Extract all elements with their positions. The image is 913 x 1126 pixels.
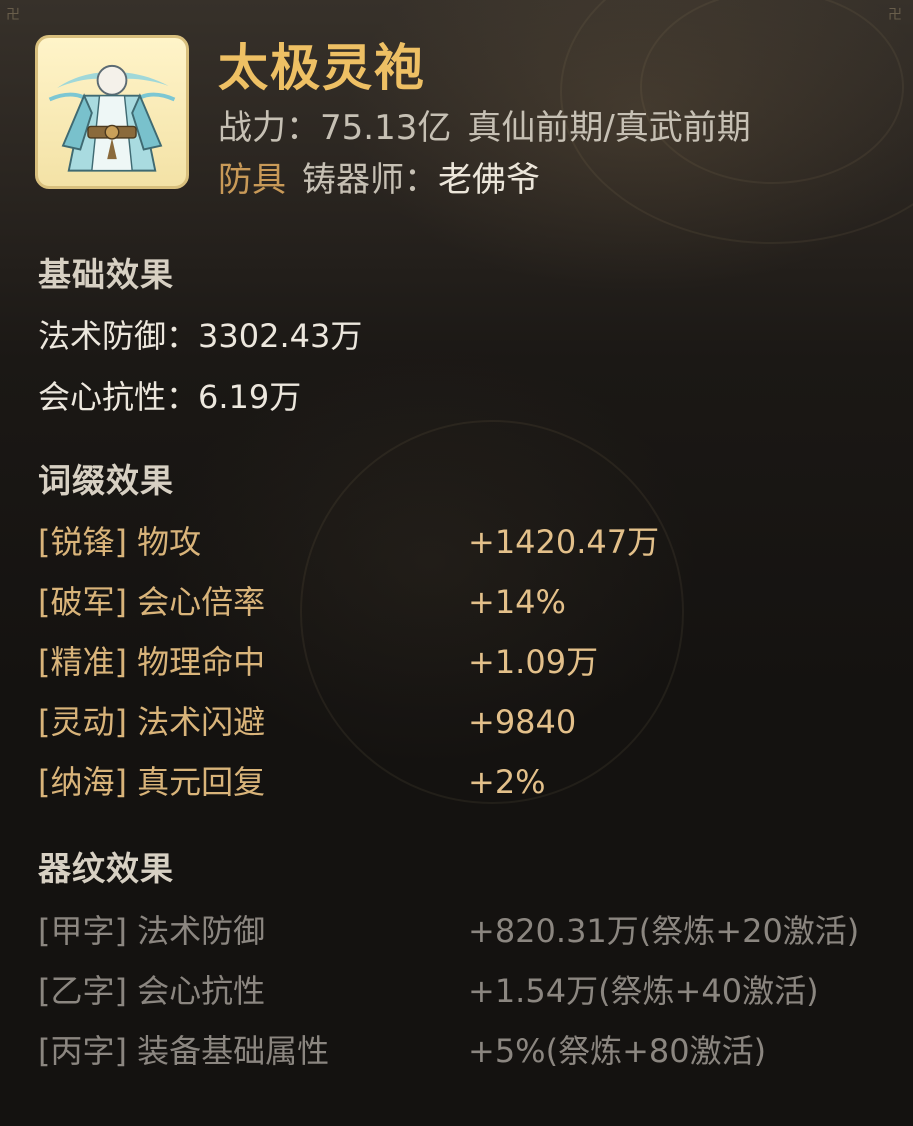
rune-row: [甲字] 法术防御 +820.31万(祭炼+20激活)	[38, 906, 898, 956]
affix-row: [破军] 会心倍率 +14%	[38, 577, 898, 627]
affix-name: [破军] 会心倍率	[38, 583, 266, 621]
affix-row: [灵动] 法术闪避 +9840	[38, 697, 898, 747]
affix-name: [锐锋] 物攻	[38, 523, 202, 561]
base-stat-label: 会心抗性：	[38, 378, 199, 416]
base-stat-value: 6.19万	[198, 378, 302, 416]
rune-row: [丙字] 装备基础属性 +5%(祭炼+80激活)	[38, 1026, 898, 1076]
base-stat-row: 法术防御：3302.43万	[38, 313, 362, 359]
type-row: 防具 铸器师：老佛爷	[218, 156, 540, 204]
power-value: 75.13亿	[320, 108, 452, 148]
affix-row: [锐锋] 物攻 +1420.47万	[38, 517, 898, 567]
rune-name: [丙字] 装备基础属性	[38, 1032, 330, 1070]
rune-row: [乙字] 会心抗性 +1.54万(祭炼+40激活)	[38, 966, 898, 1016]
corner-ornament-icon: 卍	[888, 7, 902, 23]
smith-name: 老佛爷	[438, 160, 540, 200]
affix-name: [纳海] 真元回复	[38, 763, 266, 801]
item-type: 防具	[218, 160, 286, 200]
affix-value: +1.09万	[468, 643, 599, 681]
power-row: 战力：75.13亿 真仙前期/真武前期	[218, 104, 751, 152]
base-stat-label: 法术防御：	[38, 317, 199, 355]
equipment-tooltip: 卍 卍 太极灵袍 战力：75.13亿 真仙前期/真武前期 防具 铸器师：老佛爷 基础…	[0, 0, 913, 1126]
rune-effects-title: 器纹效果	[38, 849, 174, 888]
affix-value: +2%	[468, 763, 546, 801]
item-name: 太极灵袍	[218, 39, 426, 97]
affix-effects-title: 词缀效果	[38, 461, 174, 500]
base-stat-value: 3302.43万	[198, 317, 363, 355]
rune-value: +5%(祭炼+80激活)	[468, 1032, 767, 1070]
affix-value: +9840	[468, 703, 577, 741]
affix-value: +1420.47万	[468, 523, 660, 561]
affix-name: [灵动] 法术闪避	[38, 703, 266, 741]
rune-value: +820.31万(祭炼+20激活)	[468, 912, 860, 950]
celestial-robe-icon	[48, 64, 176, 172]
affix-row: [精准] 物理命中 +1.09万	[38, 637, 898, 687]
rune-name: [甲字] 法术防御	[38, 912, 266, 950]
smith-label: 铸器师：	[302, 160, 438, 200]
rune-name: [乙字] 会心抗性	[38, 972, 266, 1010]
realm-requirement: 真仙前期/真武前期	[467, 108, 751, 148]
affix-value: +14%	[468, 583, 566, 621]
base-effects-title: 基础效果	[38, 255, 174, 294]
power-label: 战力：	[218, 108, 320, 148]
base-stat-row: 会心抗性：6.19万	[38, 374, 301, 420]
affix-name: [精准] 物理命中	[38, 643, 266, 681]
affix-row: [纳海] 真元回复 +2%	[38, 757, 898, 807]
item-icon-frame	[35, 35, 189, 189]
corner-ornament-icon: 卍	[6, 7, 20, 23]
rune-value: +1.54万(祭炼+40激活)	[468, 972, 819, 1010]
